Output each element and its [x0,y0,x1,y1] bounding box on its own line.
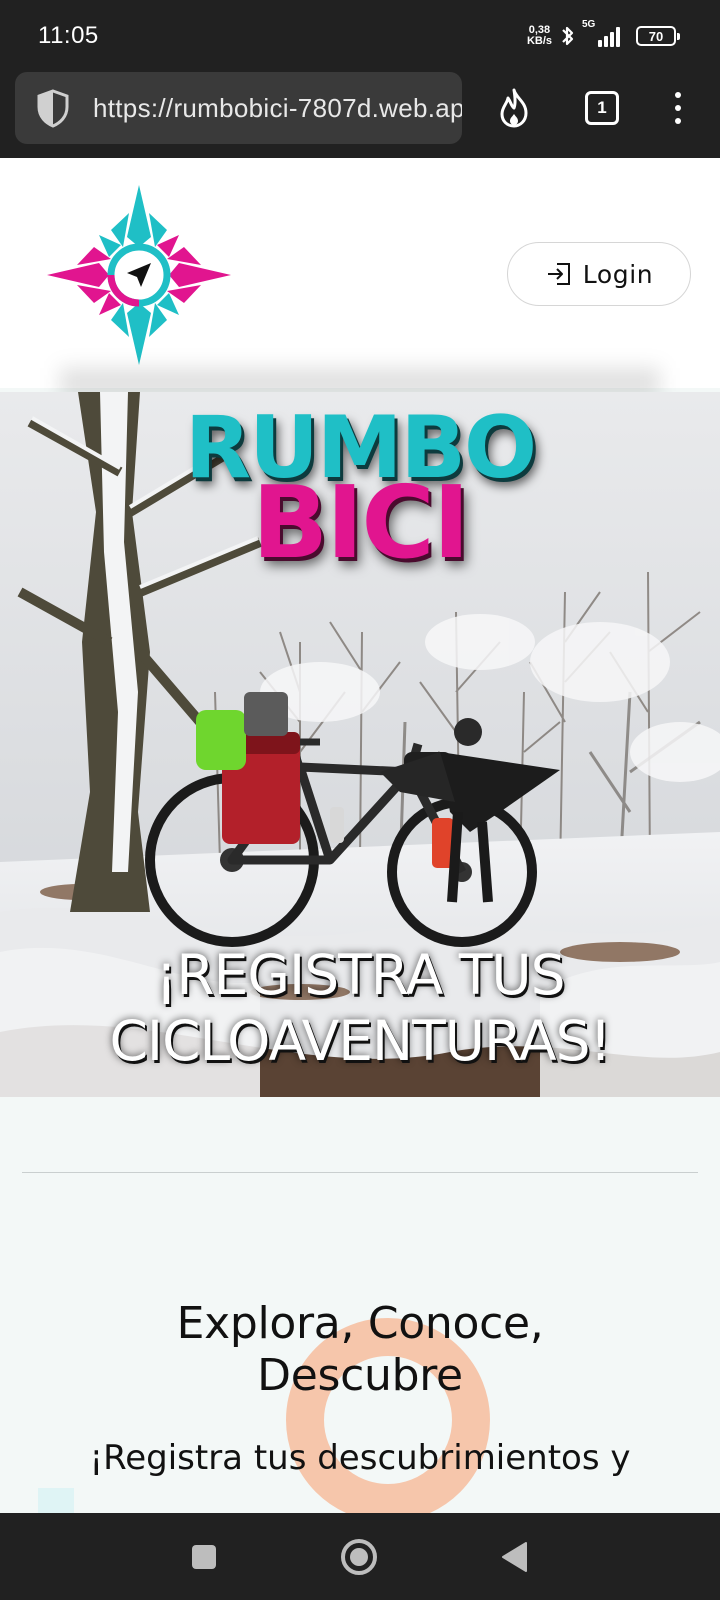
section-subtext: ¡Registra tus descubrimientos y [89,1438,631,1478]
hero-banner: RUMBO BICI ¡REGISTRA TUS CICLOAVENTURAS! [0,392,720,1097]
network-speed-unit: KB/s [526,35,552,47]
overflow-menu-button[interactable] [660,86,696,130]
section-divider [22,1172,698,1173]
login-button[interactable]: Login [507,242,691,306]
recents-button[interactable] [184,1537,224,1577]
web-page: Login RUMBO BICI ¡REGISTRA TUS CICLOAVEN… [0,158,720,1513]
home-circle-icon [341,1539,377,1575]
home-button[interactable] [339,1537,379,1577]
bluetooth-icon [562,26,574,46]
fire-button[interactable] [492,86,536,130]
login-icon [547,263,570,285]
address-bar[interactable]: https://rumbobici-7807d.web.app [15,72,462,144]
hero-caption-line1: ¡REGISTRA TUS [155,943,565,1007]
compass-logo-icon[interactable] [44,184,234,366]
shield-icon[interactable] [35,88,71,128]
hero-title-bici: BICI [251,464,470,581]
back-button[interactable] [495,1537,535,1577]
network-type: 5G [582,19,596,30]
flame-icon [500,88,528,128]
decorative-shape [38,1488,74,1513]
status-icons: 0,38 KB/s 5G 70 [527,19,680,48]
login-label: Login [582,259,654,289]
section-heading-line1: Explora, Conoce, [176,1298,544,1349]
status-bar: 11:05 0,38 KB/s 5G 70 [0,0,720,72]
signal-icon: 5G [582,19,620,47]
section-heading: Explora, Conoce, Descubre [0,1298,720,1402]
hero-caption: ¡REGISTRA TUS CICLOAVENTURAS! [0,942,720,1074]
browser-toolbar: https://rumbobici-7807d.web.app 1 [0,72,720,158]
battery-level: 70 [648,28,664,44]
site-header: Login [0,158,720,388]
tabs-button[interactable]: 1 [582,86,622,130]
section-heading-line2: Descubre [257,1350,463,1401]
network-speed: 0,38 KB/s [527,25,552,47]
url-text[interactable]: https://rumbobici-7807d.web.app [93,93,462,124]
system-nav-bar [0,1513,720,1600]
back-triangle-icon [502,1542,527,1572]
square-icon [192,1545,216,1569]
hero-caption-line2: CICLOAVENTURAS! [109,1009,611,1073]
battery-icon: 70 [636,26,680,46]
status-time: 11:05 [38,22,99,49]
tab-count: 1 [585,91,619,125]
